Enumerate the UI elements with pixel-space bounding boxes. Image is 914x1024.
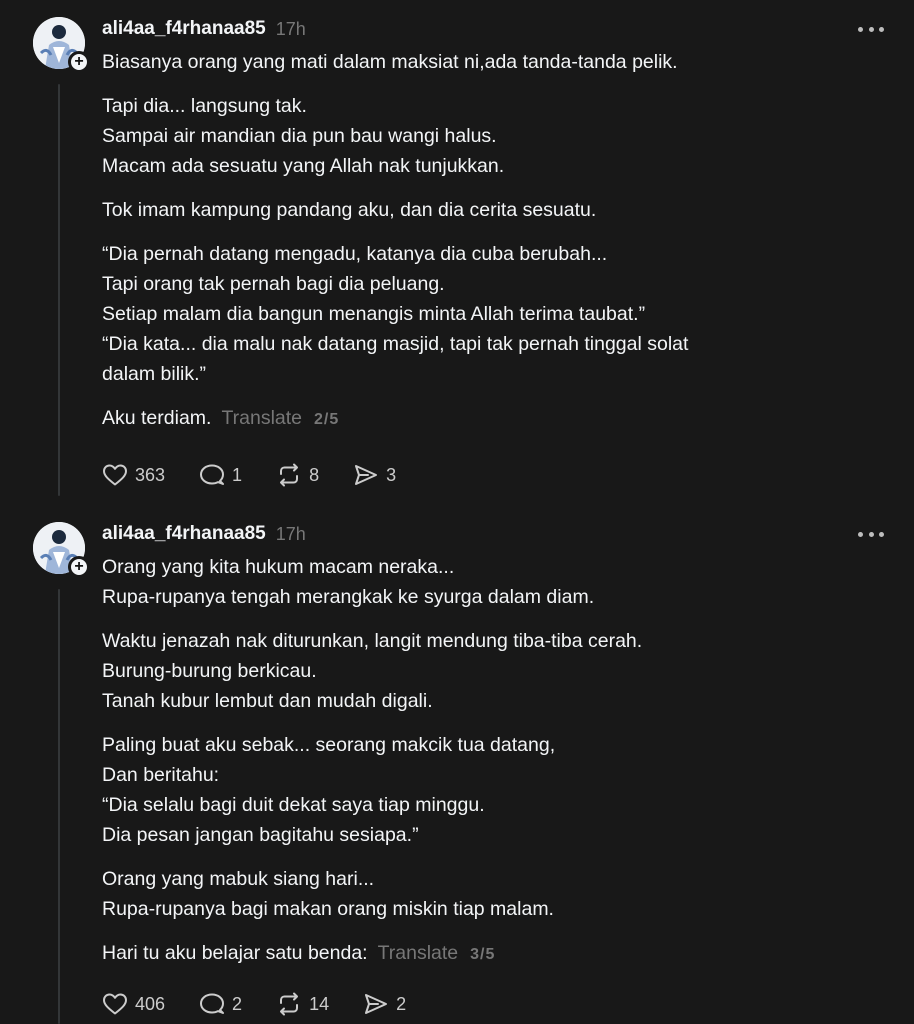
like-button[interactable]: 363 [102,461,165,489]
thread-connector-line [58,84,60,496]
text-line: Paling buat aku sebak... seorang makcik … [102,734,556,756]
paragraph: “Dia pernah datang mengadu, katanya dia … [102,239,882,389]
text-line: dalam bilik.” [102,363,207,385]
text-line: Dia pesan jangan bagitahu sesiapa.” [102,824,419,846]
reply-button[interactable]: 1 [199,461,242,489]
reply-count: 2 [232,993,243,1014]
text-line: Orang yang mabuk siang hari... [102,868,375,890]
post-header: ali4aa_f4rhanaa85 17h [102,16,306,42]
paragraph-last: Hari tu aku belajar satu benda: Translate… [102,938,882,970]
paragraph: Tok imam kampung pandang aku, dan dia ce… [102,195,882,225]
thread-page-indicator: 3/5 [470,946,496,963]
text-line: Biasanya orang yang mati dalam maksiat n… [102,51,678,73]
heart-icon [103,464,127,486]
reply-count: 1 [232,464,243,485]
share-count: 3 [386,464,397,485]
share-button[interactable]: 3 [353,461,396,489]
text-line: Setiap malam dia bangun menangis minta A… [102,303,646,325]
comment-icon [200,464,225,485]
text-line: Dan beritahu: [102,764,220,786]
timestamp: 17h [275,18,306,39]
translate-link[interactable]: Translate [378,942,459,964]
paragraph: Biasanya orang yang mati dalam maksiat n… [102,47,882,77]
share-count: 2 [396,993,407,1014]
thread-post: + ali4aa_f4rhanaa85 17h Biasanya orang y… [0,0,914,505]
repost-count: 14 [309,993,330,1014]
username[interactable]: ali4aa_f4rhanaa85 [102,523,266,545]
text-line: Waktu jenazah nak diturunkan, langit men… [102,630,643,652]
more-options-icon[interactable] [858,20,884,38]
send-icon [365,994,388,1014]
text-line: Sampai air mandian dia pun bau wangi hal… [102,125,497,147]
repost-button[interactable]: 8 [276,461,319,489]
send-icon [355,465,378,485]
like-count: 406 [135,993,166,1014]
text-line: Macam ada sesuatu yang Allah nak tunjukk… [102,155,505,177]
timestamp: 17h [275,523,306,544]
repost-count: 8 [309,464,320,485]
post-body: Orang yang kita hukum macam neraka... Ru… [102,552,882,984]
username[interactable]: ali4aa_f4rhanaa85 [102,18,266,40]
text-line: Tanah kubur lembut dan mudah digali. [102,690,433,712]
text-line: Tapi dia... langsung tak. [102,95,307,117]
text-line: Hari tu aku belajar satu benda: [102,942,368,964]
paragraph-last: Aku terdiam. Translate 2/5 [102,403,882,435]
text-line: Rupa-rupanya tengah merangkak ke syurga … [102,586,595,608]
translate-link[interactable]: Translate [221,407,302,429]
post-header: ali4aa_f4rhanaa85 17h [102,521,306,547]
more-options-icon[interactable] [858,525,884,543]
thread-page-indicator: 2/5 [314,411,340,428]
post-actions: 363 1 8 3 [102,461,430,489]
paragraph: Waktu jenazah nak diturunkan, langit men… [102,626,882,716]
follow-plus-icon[interactable]: + [68,51,90,73]
text-line: “Dia selalu bagi duit dekat saya tiap mi… [102,794,485,816]
like-count: 363 [135,464,166,485]
comment-icon [200,993,225,1014]
repost-button[interactable]: 14 [276,990,329,1018]
repost-icon [280,992,299,1016]
heart-icon [103,993,127,1015]
repost-icon [280,463,299,487]
paragraph: Paling buat aku sebak... seorang makcik … [102,730,882,850]
follow-plus-icon[interactable]: + [68,556,90,578]
thread-connector-line [58,589,60,1024]
avatar-container[interactable]: + [33,17,90,73]
text-line: Orang yang kita hukum macam neraka... [102,556,455,578]
paragraph: Tapi dia... langsung tak. Sampai air man… [102,91,882,181]
paragraph: Orang yang mabuk siang hari... Rupa-rupa… [102,864,882,924]
text-line: Aku terdiam. [102,407,212,429]
text-line: Rupa-rupanya bagi makan orang miskin tia… [102,898,554,920]
share-button[interactable]: 2 [363,990,406,1018]
text-line: Tok imam kampung pandang aku, dan dia ce… [102,199,597,221]
post-actions: 406 2 14 2 [102,990,440,1018]
paragraph: Orang yang kita hukum macam neraka... Ru… [102,552,882,612]
thread-post: + ali4aa_f4rhanaa85 17h Orang yang kita … [0,505,914,1024]
avatar-container[interactable]: + [33,522,90,578]
like-button[interactable]: 406 [102,990,165,1018]
reply-button[interactable]: 2 [199,990,242,1018]
text-line: “Dia pernah datang mengadu, katanya dia … [102,243,608,265]
text-line: “Dia kata... dia malu nak datang masjid,… [102,333,689,355]
text-line: Tapi orang tak pernah bagi dia peluang. [102,273,445,295]
post-body: Biasanya orang yang mati dalam maksiat n… [102,47,882,449]
text-line: Burung-burung berkicau. [102,660,317,682]
